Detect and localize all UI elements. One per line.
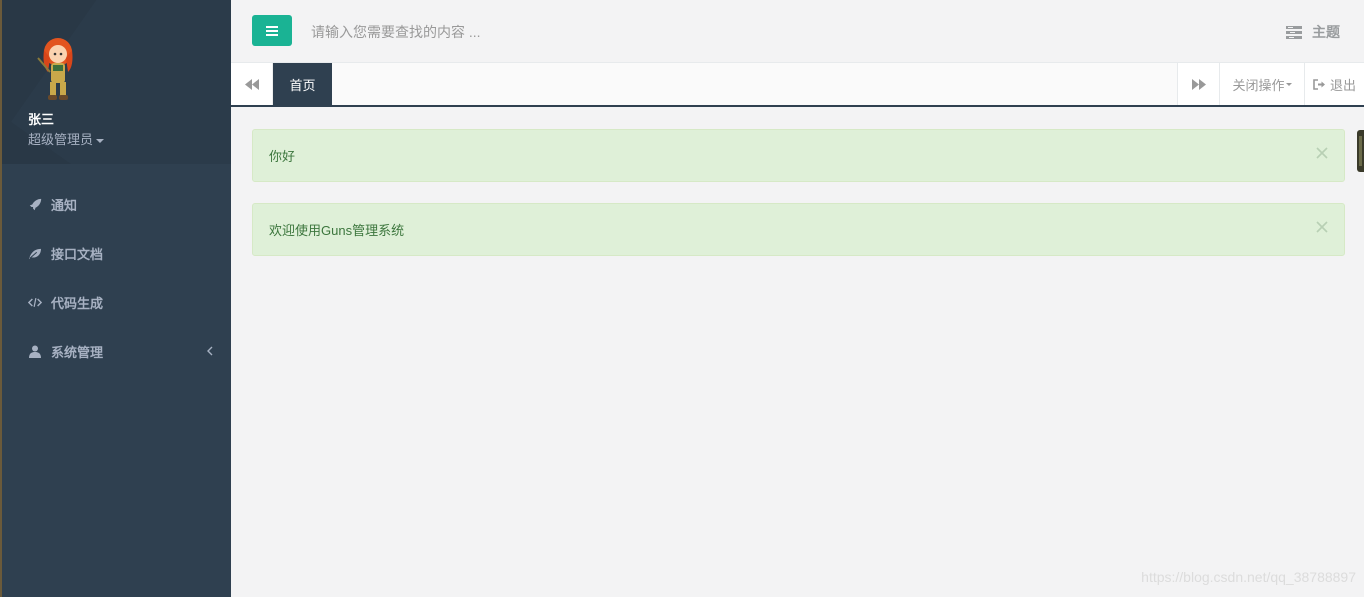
alert-text: 你好: [269, 149, 296, 164]
profile-panel: 张三 超级管理员: [2, 0, 231, 164]
rocket-icon: [28, 198, 42, 212]
logout-label: 退出: [1329, 77, 1356, 93]
tab-home[interactable]: 首页: [273, 63, 332, 105]
alert-hello: 你好: [252, 129, 1345, 182]
backward-icon: [244, 78, 259, 90]
search-input[interactable]: [311, 20, 811, 44]
leaf-icon: [28, 247, 42, 261]
sign-out-icon: [1313, 78, 1325, 90]
theme-panel-handle[interactable]: [1357, 130, 1364, 172]
logout-button[interactable]: 退出: [1304, 63, 1364, 105]
tabs-scroll-right-button[interactable]: [1177, 63, 1219, 105]
sidebar-item-label: 系统管理: [51, 345, 104, 360]
code-icon: [28, 296, 42, 310]
close-icon[interactable]: [1316, 146, 1328, 160]
top-navbar: 主题: [231, 0, 1364, 63]
caret-down-icon: [1285, 82, 1292, 86]
content-tabs: 首页 关闭操作 退出: [231, 63, 1364, 107]
sidebar-item-system[interactable]: 系统管理: [2, 327, 231, 376]
chevron-left-icon: [207, 344, 213, 359]
sidebar-item-notice[interactable]: 通知: [2, 180, 231, 229]
user-name: 张三: [28, 112, 55, 127]
hamburger-icon: [266, 25, 278, 36]
user-role-dropdown[interactable]: 超级管理员: [28, 129, 105, 148]
sidebar-item-label: 通知: [51, 198, 78, 213]
sidebar-item-label: 代码生成: [51, 296, 104, 311]
user-icon: [28, 345, 42, 359]
tab-home-label: 首页: [289, 77, 316, 93]
toggle-sidebar-button[interactable]: [252, 15, 292, 46]
close-operations-label: 关闭操作: [1232, 77, 1285, 93]
tabs-scroll-left-button[interactable]: [231, 63, 273, 105]
tasks-icon: [1286, 25, 1302, 39]
caret-down-icon: [96, 138, 105, 143]
alert-welcome: 欢迎使用Guns管理系统: [252, 203, 1345, 256]
close-icon[interactable]: [1316, 220, 1328, 234]
close-operations-dropdown[interactable]: 关闭操作: [1219, 63, 1304, 105]
theme-button[interactable]: 主题: [1286, 22, 1340, 42]
forward-icon: [1191, 78, 1206, 90]
theme-label: 主题: [1312, 24, 1340, 40]
user-role-label: 超级管理员: [28, 132, 94, 147]
sidebar-item-label: 接口文档: [51, 247, 104, 262]
avatar[interactable]: [28, 32, 88, 104]
sidebar-item-api-docs[interactable]: 接口文档: [2, 229, 231, 278]
sidebar: 张三 超级管理员 通知 接口文档 代码生成 系统管理: [0, 0, 231, 597]
sidebar-item-codegen[interactable]: 代码生成: [2, 278, 231, 327]
alert-text: 欢迎使用Guns管理系统: [269, 223, 405, 238]
watermark: https://blog.csdn.net/qq_38788897: [1141, 569, 1356, 585]
sidebar-nav: 通知 接口文档 代码生成 系统管理: [2, 180, 231, 376]
